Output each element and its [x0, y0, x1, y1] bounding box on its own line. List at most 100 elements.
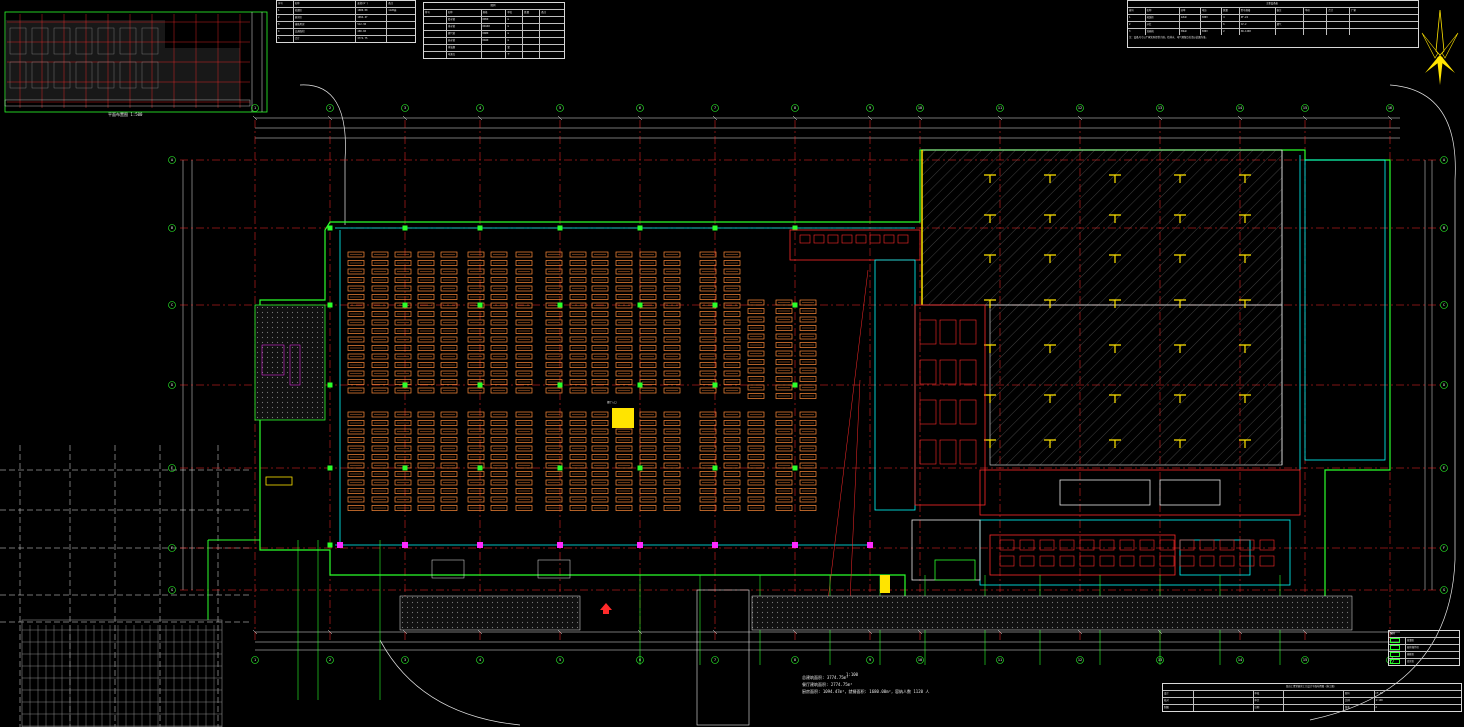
- axis-label: 3: [404, 106, 406, 110]
- table-cell: 日期: [1254, 705, 1285, 711]
- table-header-cell: 面积(m²): [356, 1, 388, 7]
- title-block: 某员工食堂厨房工艺设计平面布置图（施工图） 设计 审核 图号 CF-01 校对 审定 比例 1…: [1162, 683, 1462, 712]
- table-cell: 交通面积: [294, 29, 357, 35]
- legend-swatch: [1389, 659, 1406, 665]
- table-cell: 制图: [1163, 705, 1194, 711]
- table-cell: 蒸饭柜: [1146, 15, 1180, 21]
- table-header-row: 符号 名称 规格 单位 数量 备注: [424, 10, 564, 17]
- table-cell: [1284, 691, 1344, 697]
- axis-label: 9: [869, 106, 871, 110]
- axis-label: 6: [639, 106, 641, 110]
- table-cell: 图号: [1344, 691, 1375, 697]
- table-cell: [540, 38, 564, 44]
- column: [792, 302, 798, 308]
- table-cell: 审定: [1254, 698, 1285, 704]
- column: [477, 225, 483, 231]
- table-cell: [424, 24, 447, 30]
- table-header-cell: 序号: [277, 1, 294, 7]
- axis-label: 12: [1078, 658, 1082, 662]
- axis-label: 15: [1303, 658, 1307, 662]
- table-header-cell: 单价: [1304, 8, 1328, 14]
- axis-label: 10: [918, 658, 922, 662]
- table-row: 排水管 DN100 m: [424, 24, 564, 31]
- table-row: 设计 审核 图号 CF-01: [1163, 691, 1461, 698]
- door-marker: [557, 542, 563, 548]
- table-header-cell: 备注: [541, 11, 546, 14]
- table-header-cell: 名称: [294, 1, 357, 7]
- axis-label: 5: [559, 658, 561, 662]
- side-legend-table: 图例 就餐区 厨房操作区 辅助区 库房区: [1388, 630, 1460, 666]
- table-title-row: 主要设备表: [1128, 1, 1418, 8]
- table-cell: 4: [277, 29, 294, 35]
- column: [557, 302, 563, 308]
- table-cell: [387, 29, 415, 35]
- table-cell: [1284, 705, 1344, 711]
- table-title-row: 图例: [424, 3, 564, 10]
- table-cell: 4: [1222, 15, 1240, 21]
- table-row: 校对 审定 比例 1:100: [1163, 698, 1461, 705]
- column: [637, 302, 643, 308]
- table-cell: 3774.75: [356, 36, 388, 42]
- table-header-cell: 编号: [1128, 8, 1146, 14]
- table-cell: DN80: [482, 31, 507, 37]
- table-cell: 488.00: [356, 29, 388, 35]
- axis-label: 1: [254, 658, 256, 662]
- column: [637, 382, 643, 388]
- table-cell: [424, 52, 447, 58]
- axis-label: 2: [329, 658, 331, 662]
- table-cell: 2: [1128, 22, 1146, 28]
- table-cell: 1: [1128, 15, 1146, 21]
- table-header-row: 编号 名称 功率 电压 数量 型号规格 备注 单价 合计 厂家: [1128, 8, 1418, 15]
- axis-label: F: [171, 546, 173, 550]
- planting-strip: [399, 595, 581, 631]
- table-cell: [523, 38, 541, 44]
- table-cell: 校对: [1163, 698, 1194, 704]
- axis-label: F: [1443, 546, 1445, 550]
- column: [712, 302, 718, 308]
- axis-label: 14: [1238, 658, 1242, 662]
- column: [557, 465, 563, 471]
- table-header-cell: 功率: [1180, 8, 1201, 14]
- table-cell: 380V: [1201, 15, 1223, 21]
- table-cell: 12kW: [1180, 15, 1201, 21]
- table-cell: [1180, 22, 1201, 28]
- legend-swatch: [1389, 652, 1406, 658]
- axis-label: 4: [479, 658, 481, 662]
- table-cell: 1094.47: [356, 15, 388, 21]
- axis-label: 7: [714, 106, 716, 110]
- door-marker: [337, 542, 343, 548]
- table-cell: m: [506, 24, 524, 30]
- column: [557, 382, 563, 388]
- legend-swatch: [1389, 638, 1406, 644]
- axis-label: 3: [404, 658, 406, 662]
- table-cell: [1304, 15, 1328, 21]
- column: [402, 382, 408, 388]
- axis-label: 8: [794, 106, 796, 110]
- axis-label: D: [171, 383, 173, 387]
- table-title: 图例: [1390, 632, 1395, 635]
- table-header-cell: 名称: [447, 10, 482, 16]
- table-cell: [1304, 22, 1328, 28]
- table-row: 厨房操作区: [1389, 645, 1459, 652]
- door-marker: [867, 542, 873, 548]
- table-cell: [1276, 15, 1305, 21]
- hatched-hall-lower: [989, 304, 1283, 466]
- table-cell: [1194, 705, 1254, 711]
- axis-label: G: [171, 588, 173, 592]
- table-row: 排油烟 套: [424, 45, 564, 52]
- table-cell: [387, 36, 415, 42]
- table-cell: 版本: [1344, 705, 1375, 711]
- door-marker: [712, 542, 718, 548]
- table-cell: [482, 45, 507, 51]
- axis-label: 12: [1078, 106, 1082, 110]
- table-cell: 辅助用房: [294, 22, 357, 28]
- table-row: 热水管 DN40 m: [424, 38, 564, 45]
- table-cell: 6: [1222, 22, 1240, 28]
- table-row: 2 炒灶 6 CZ-2 燃气: [1128, 22, 1418, 29]
- table-cell: 512.30: [356, 22, 388, 28]
- table-cell: 燃气管: [447, 31, 482, 37]
- axis-label: E: [1443, 466, 1445, 470]
- table-cell: [540, 24, 564, 30]
- table-row: 5 合计 3774.75: [277, 36, 415, 42]
- table-cell: [424, 31, 447, 37]
